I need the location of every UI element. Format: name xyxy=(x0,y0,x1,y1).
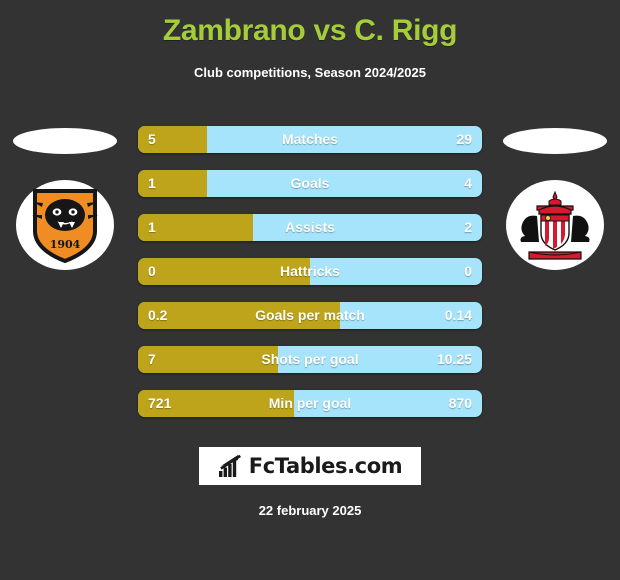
away-ellipse-decoration xyxy=(503,128,607,154)
away-value: 4 xyxy=(464,175,472,191)
stat-label: Hattricks xyxy=(280,263,340,279)
stat-label: Goals per match xyxy=(255,307,365,323)
stat-label: Matches xyxy=(281,131,339,147)
away-value: 10.25 xyxy=(436,351,472,367)
away-value: 0 xyxy=(464,263,472,279)
home-team-crest: 1904 xyxy=(16,180,114,270)
home-crest-year: 1904 xyxy=(50,238,81,251)
away-value: 0.14 xyxy=(444,307,472,323)
sunderland-crest-icon xyxy=(520,190,590,260)
footer-date: 22 february 2025 xyxy=(258,503,362,518)
hull-city-crest-icon: 1904 xyxy=(32,189,98,263)
home-ellipse-decoration xyxy=(13,128,117,154)
home-team-badge-column: 1904 xyxy=(6,120,124,300)
stat-label: Assists xyxy=(285,219,335,235)
stat-row-assists: 1 Assists 2 xyxy=(138,214,482,241)
away-value: 29 xyxy=(456,131,472,147)
fctables-logo-text: FcTables.com xyxy=(248,454,403,478)
away-value: 2 xyxy=(464,219,472,235)
bar-chart-arrow-icon xyxy=(218,454,241,477)
page-subtitle: Club competitions, Season 2024/2025 xyxy=(194,65,426,80)
stat-row-hattricks: 0 Hattricks 0 xyxy=(138,258,482,285)
stat-row-goals-per-match: 0.2 Goals per match 0.14 xyxy=(138,302,482,329)
stat-row-min-per-goal: 721 Min per goal 870 xyxy=(138,390,482,417)
stat-label: Min per goal xyxy=(268,395,352,411)
stat-row-goals: 1 Goals 4 xyxy=(138,170,482,197)
stat-comparison-list: 5 Matches 29 1 Goals 4 1 Assists 2 0 Hat… xyxy=(138,126,482,434)
away-value: 870 xyxy=(448,395,472,411)
stat-row-shots-per-goal: 7 Shots per goal 10.25 xyxy=(138,346,482,373)
fctables-logo[interactable]: FcTables.com xyxy=(199,447,421,485)
page-title: Zambrano vs C. Rigg xyxy=(162,14,458,47)
stat-label: Shots per goal xyxy=(261,351,359,367)
away-team-badge-column xyxy=(496,120,614,300)
stat-row-matches: 5 Matches 29 xyxy=(138,126,482,153)
stat-label: Goals xyxy=(290,175,330,191)
away-team-crest xyxy=(506,180,604,270)
